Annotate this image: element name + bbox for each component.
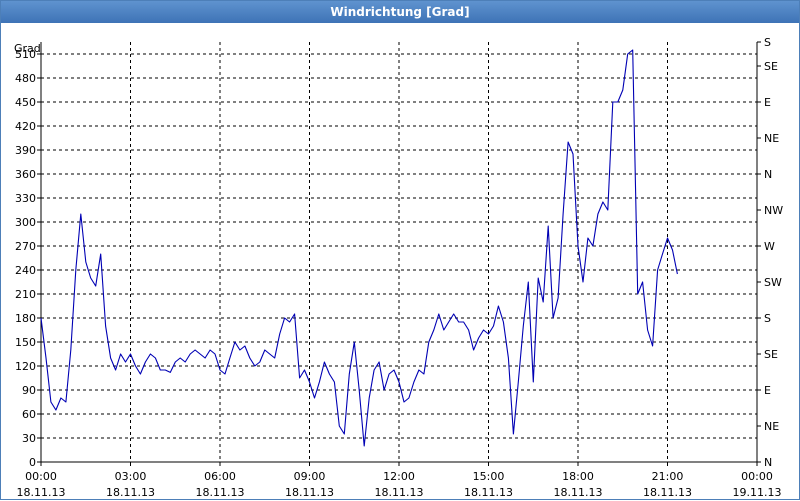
y-right-tick-label: N <box>764 168 772 181</box>
x-tick-label-date: 18.11.13 <box>17 486 66 499</box>
x-tick-label-time: 18:00 <box>562 470 594 483</box>
y-tick-label: 330 <box>15 192 36 205</box>
y-tick-label: 300 <box>15 216 36 229</box>
y-right-tick-label: N <box>764 456 772 469</box>
x-tick-label-time: 06:00 <box>204 470 236 483</box>
x-tick-label-time: 00:00 <box>25 470 57 483</box>
x-tick-label-time: 15:00 <box>473 470 505 483</box>
y-tick-label: 180 <box>15 312 36 325</box>
x-tick-label-date: 18.11.13 <box>196 486 245 499</box>
chart-window: Windrichtung [Grad] Grad 510 480 450 420 390 3… <box>0 0 800 500</box>
y-tick-label: 360 <box>15 168 36 181</box>
x-tick-label-date: 19.11.13 <box>733 486 782 499</box>
y-tick-label: 120 <box>15 360 36 373</box>
wind-direction-chart: Grad510480450420390360330300270240210180… <box>14 36 783 499</box>
y-tick-label: 510 <box>15 48 36 61</box>
y-right-tick-label: SE <box>764 60 778 73</box>
y-right-tick-label: E <box>764 384 771 397</box>
x-tick-label-time: 03:00 <box>115 470 147 483</box>
y-tick-label: 450 <box>15 96 36 109</box>
y-tick-label: 480 <box>15 72 36 85</box>
y-tick-label: 420 <box>15 120 36 133</box>
x-tick-label-date: 18.11.13 <box>554 486 603 499</box>
y-right-tick-label: SE <box>764 348 778 361</box>
y-tick-label: 30 <box>22 432 36 445</box>
x-tick-label-date: 18.11.13 <box>106 486 155 499</box>
y-right-tick-label: NW <box>764 204 783 217</box>
y-right-tick-label: NE <box>764 132 779 145</box>
y-tick-label: 90 <box>22 384 36 397</box>
x-tick-label-time: 09:00 <box>294 470 326 483</box>
x-tick-label-date: 18.11.13 <box>464 486 513 499</box>
y-right-tick-label: E <box>764 96 771 109</box>
x-tick-label-date: 18.11.13 <box>375 486 424 499</box>
y-tick-label: 390 <box>15 144 36 157</box>
x-tick-label-time: 00:00 <box>741 470 773 483</box>
y-right-tick-label: NE <box>764 420 779 433</box>
y-tick-label: 240 <box>15 264 36 277</box>
y-right-tick-label: W <box>764 240 775 253</box>
x-tick-label-date: 18.11.13 <box>285 486 334 499</box>
y-tick-label: 270 <box>15 240 36 253</box>
y-tick-label: 60 <box>22 408 36 421</box>
y-tick-label: 0 <box>29 456 36 469</box>
y-tick-label: 150 <box>15 336 36 349</box>
x-tick-label-time: 21:00 <box>652 470 684 483</box>
x-tick-label-date: 18.11.13 <box>643 486 692 499</box>
x-tick-label-time: 12:00 <box>383 470 415 483</box>
y-right-tick-label: S <box>764 312 771 325</box>
y-right-tick-label: S <box>764 36 771 49</box>
y-right-tick-label: SW <box>764 276 782 289</box>
y-tick-label: 210 <box>15 288 36 301</box>
